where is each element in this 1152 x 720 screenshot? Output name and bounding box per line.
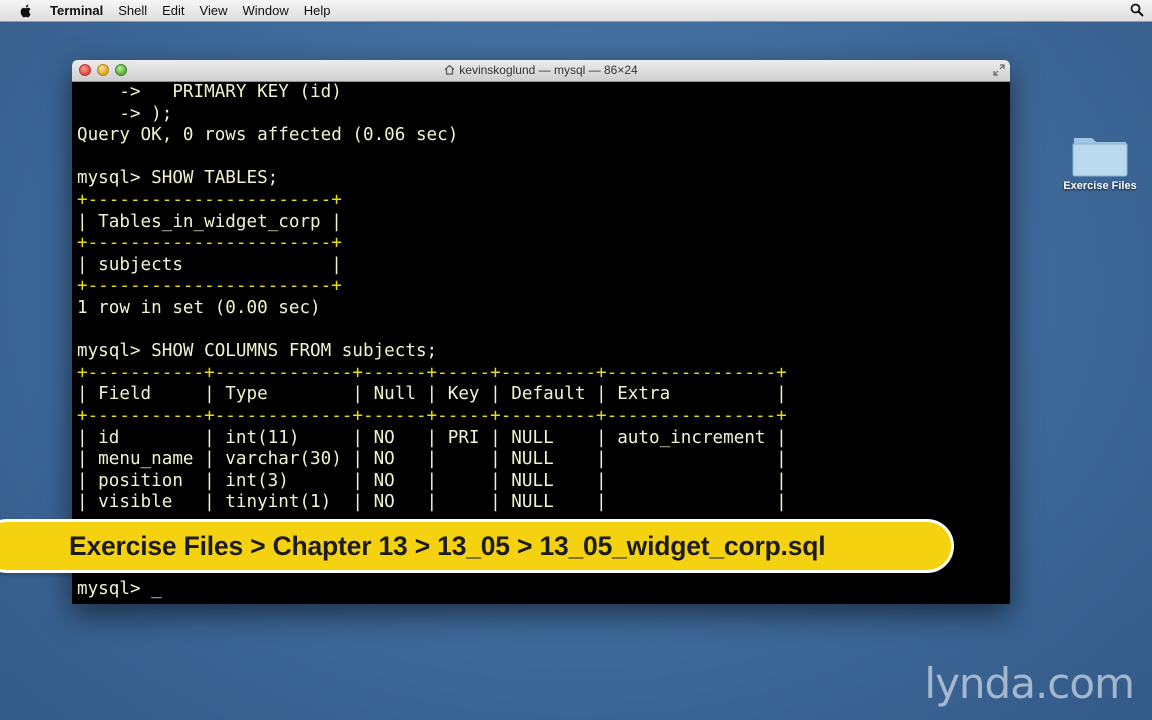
terminal-line: -> ); [77,103,173,124]
terminal-line: | subjects | [77,254,342,275]
desktop-folder-exercise-files[interactable]: Exercise Files [1058,130,1142,192]
home-icon [444,64,455,75]
window-title-text: kevinskoglund — mysql — 86×24 [459,63,638,77]
terminal-line: -> PRIMARY KEY (id) [77,82,342,102]
banner-path-text: Exercise Files > Chapter 13 > 13_05 > 13… [69,530,826,561]
text-cursor: _ [151,578,162,599]
terminal-line: | Field | Type | Null | Key | Default | … [77,384,787,405]
terminal-line: | Tables_in_widget_corp | [77,211,342,232]
menu-edit[interactable]: Edit [162,3,184,18]
window-title: kevinskoglund — mysql — 86×24 [72,63,1010,77]
menu-app-terminal[interactable]: Terminal [50,3,103,18]
menu-window[interactable]: Window [243,3,289,18]
apple-icon[interactable] [18,3,34,19]
terminal-line: 1 row in set (0.00 sec) [77,297,321,318]
folder-label: Exercise Files [1063,180,1137,192]
terminal-line: | position | int(3) | NO | | NULL | | [77,470,787,491]
table-border-line: +-----------------------+ [77,189,342,210]
menu-help[interactable]: Help [304,3,331,18]
terminal-line: mysql> SHOW TABLES; [77,168,279,189]
lynda-watermark: lynda.com [924,659,1135,708]
menu-view[interactable]: View [200,3,228,18]
exercise-file-banner: Exercise Files > Chapter 13 > 13_05 > 13… [0,519,954,573]
table-border-line: +-----------+-------------+------+-----+… [77,362,787,383]
fullscreen-icon[interactable] [993,64,1005,76]
terminal-line: Query OK, 0 rows affected (0.06 sec) [77,125,459,146]
terminal-line: | visible | tinyint(1) | NO | | NULL | | [77,492,787,513]
table-border-line: +-----------+-------------+------+-----+… [77,405,787,426]
mysql-prompt: mysql> [77,578,152,599]
menu-bar: Terminal Shell Edit View Window Help [0,0,1152,22]
folder-icon [1072,138,1128,177]
table-border-line: +-----------------------+ [77,233,342,254]
table-border-line: +-----------------------+ [77,276,342,297]
window-titlebar[interactable]: kevinskoglund — mysql — 86×24 [72,60,1010,82]
terminal-line: mysql> SHOW COLUMNS FROM subjects; [77,341,438,362]
menu-shell[interactable]: Shell [118,3,147,18]
terminal-line: | menu_name | varchar(30) | NO | | NULL … [77,449,787,470]
prompt-line[interactable]: mysql> _ [77,579,1005,601]
spotlight-search-icon[interactable] [1130,3,1144,17]
terminal-line: | id | int(11) | NO | PRI | NULL | auto_… [77,427,787,448]
